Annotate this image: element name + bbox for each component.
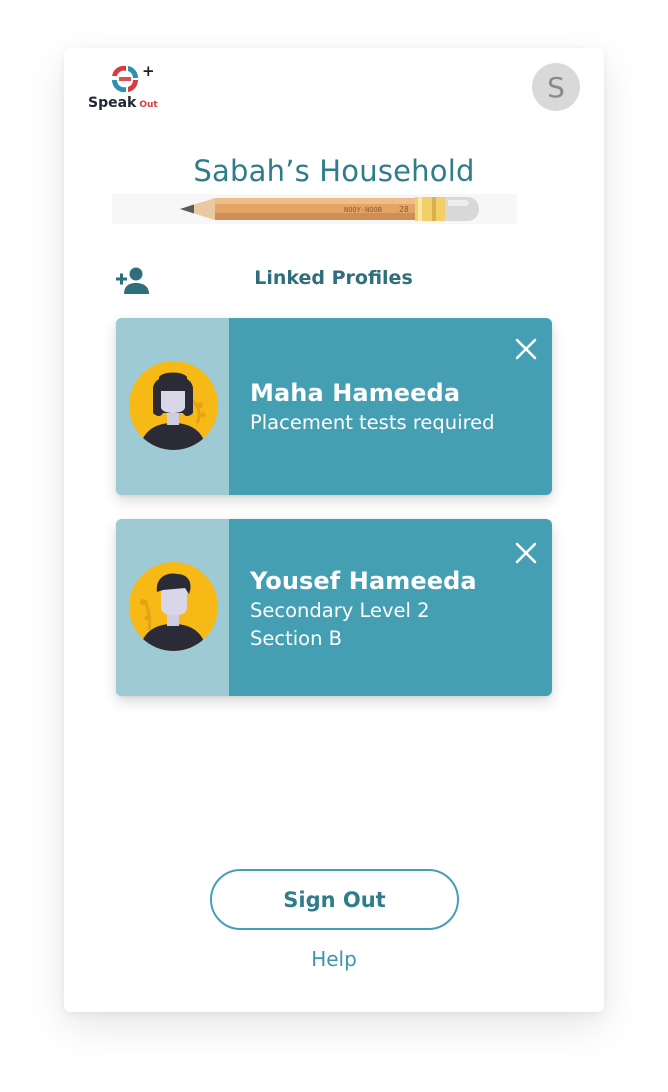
profile-avatar-female bbox=[129, 361, 218, 450]
logo-out: Out bbox=[139, 100, 158, 110]
user-avatar-button[interactable]: S bbox=[532, 63, 580, 111]
logo-speak: Speak bbox=[88, 95, 137, 111]
logo-text: Speak Out bbox=[88, 92, 158, 111]
page-title: Sabah’s Household bbox=[193, 154, 475, 188]
pencil-brand-text: NOOY-NOOB bbox=[344, 206, 382, 214]
profile-info: Maha Hameeda Placement tests required bbox=[250, 377, 495, 437]
profile-avatar-male bbox=[129, 562, 218, 651]
pencil-illustration: NOOY-NOOB 28 bbox=[112, 192, 517, 226]
speakout-logo-mark bbox=[111, 65, 139, 93]
pencil-number-text: 28 bbox=[399, 205, 409, 214]
close-icon[interactable] bbox=[514, 337, 538, 361]
linked-profiles-header: Linked Profiles bbox=[116, 262, 556, 298]
page: + Speak Out S Sabah’s Household NOOY-NOOB… bbox=[0, 0, 668, 1092]
profile-card-maha[interactable]: Maha Hameeda Placement tests required bbox=[116, 318, 552, 495]
household-card: + Speak Out S Sabah’s Household NOOY-NOOB… bbox=[64, 48, 604, 1012]
logo-plus: + bbox=[142, 62, 155, 80]
close-icon[interactable] bbox=[514, 541, 538, 565]
profile-info: Yousef Hameeda Secondary Level 2 Section… bbox=[250, 565, 477, 653]
speakout-logo: + Speak Out bbox=[86, 62, 166, 112]
profile-name: Maha Hameeda bbox=[250, 379, 461, 407]
profile-section: Section B bbox=[250, 627, 343, 650]
profile-name: Yousef Hameeda bbox=[250, 567, 477, 595]
profile-card-yousef[interactable]: Yousef Hameeda Secondary Level 2 Section… bbox=[116, 519, 552, 696]
linked-profiles-label: Linked Profiles bbox=[254, 267, 413, 289]
help-link[interactable]: Help bbox=[64, 947, 604, 971]
profile-level: Secondary Level 2 bbox=[250, 599, 430, 622]
profile-status: Placement tests required bbox=[250, 411, 495, 434]
sign-out-button[interactable]: Sign Out bbox=[210, 869, 459, 930]
